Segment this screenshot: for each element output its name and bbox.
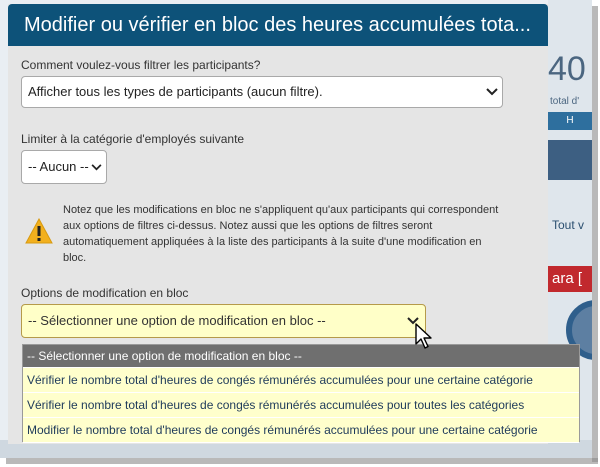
option-verify-all[interactable]: Vérifier le nombre total d'heures de con… (23, 393, 579, 418)
participant-filter-select[interactable]: Afficher tous les types de participants … (21, 76, 503, 108)
mouse-pointer-icon (415, 323, 432, 349)
bulk-edit-note: Notez que les modifications en bloc ne s… (63, 204, 499, 264)
employee-category-select[interactable]: -- Aucun -- (21, 150, 107, 184)
chevron-down-icon (91, 151, 102, 183)
option-modify-category[interactable]: Modifier le nombre total d'heures de con… (23, 418, 579, 443)
background-caption: total d' (550, 96, 580, 107)
option-verify-category[interactable]: Vérifier le nombre total d'heures de con… (23, 368, 579, 393)
filter-label: Comment voulez-vous filtrer les particip… (21, 58, 261, 72)
options-label: Options de modification en bloc (21, 286, 189, 300)
background-big-number: 40 (548, 50, 586, 88)
chevron-down-icon (486, 77, 498, 107)
window-shadow-bottom (6, 458, 598, 464)
background-tout-label: Tout v (552, 218, 585, 232)
modal-title: Modifier ou vérifier en bloc des heures … (8, 4, 548, 46)
bulk-edit-options-list: -- Sélectionner une option de modificati… (22, 344, 580, 443)
background-red-banner: ara [ (548, 266, 592, 292)
bulk-edit-options-select[interactable]: -- Sélectionner une option de modificati… (21, 304, 426, 338)
background-block (548, 140, 592, 180)
participant-filter-value: Afficher tous les types de participants … (28, 84, 323, 99)
option-placeholder[interactable]: -- Sélectionner une option de modificati… (23, 345, 579, 368)
category-label: Limiter à la catégorie d'employés suivan… (21, 132, 245, 146)
window-shadow-right (592, 6, 598, 462)
warning-icon (25, 218, 53, 244)
employee-category-value: -- Aucun -- (28, 159, 89, 174)
background-button: H (548, 112, 592, 130)
bulk-edit-options-value: -- Sélectionner une option de modificati… (28, 313, 326, 328)
